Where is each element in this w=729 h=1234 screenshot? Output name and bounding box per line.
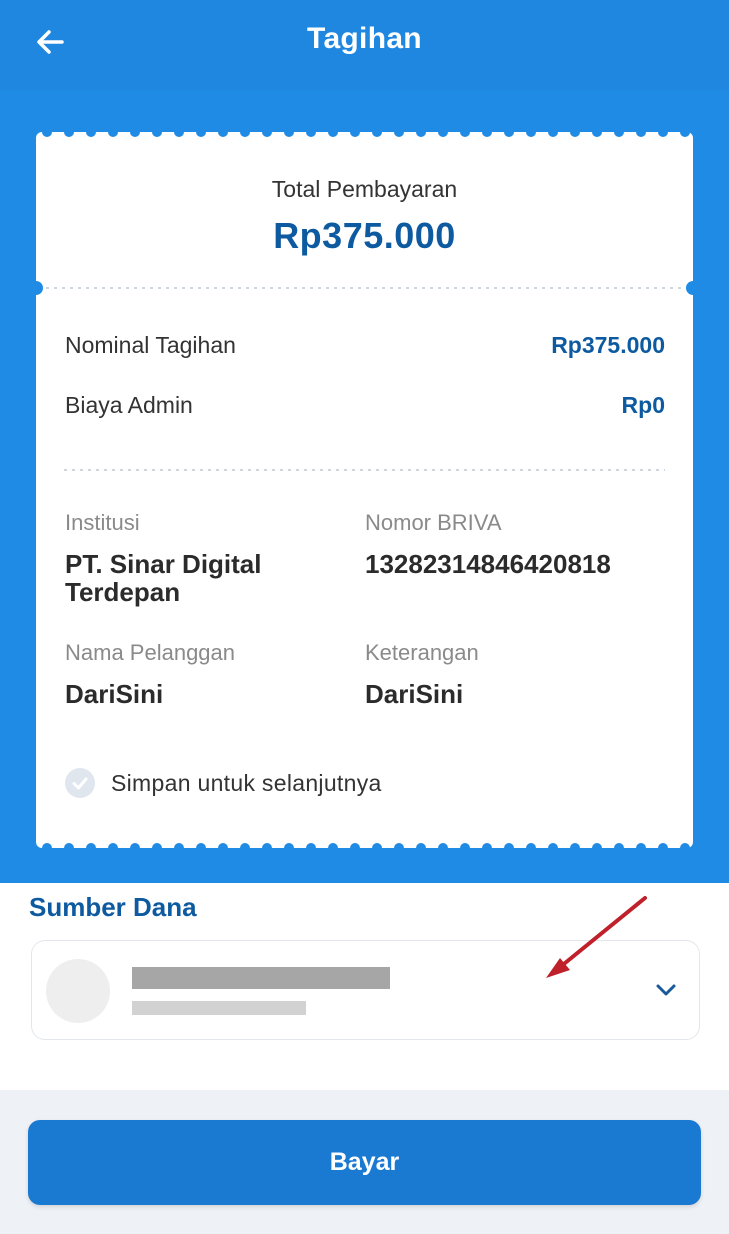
page-title: Tagihan [307,22,422,55]
description-value: DariSini [365,679,464,709]
briva-value: 13282314846420818 [365,549,611,579]
customer-name-field: Nama Pelanggan DariSini [65,640,355,708]
app-header: Tagihan [0,0,729,90]
save-for-next-label: Simpan untuk selanjutnya [111,769,382,796]
admin-fee-row: Biaya Admin Rp0 [65,392,665,419]
annotation-arrow-icon [546,896,647,978]
total-payment-amount: Rp375.000 [273,215,456,256]
chevron-down-icon[interactable] [653,977,679,1003]
institution-field: Institusi PT. Sinar Digital Terdepan [65,510,355,606]
check-circle-icon[interactable] [65,768,95,798]
institution-value: PT. Sinar Digital Terdepan [65,549,262,607]
description-field: Keterangan DariSini [365,640,655,708]
customer-name-value: DariSini [65,679,164,709]
account-name-placeholder [132,967,390,989]
briva-label: Nomor BRIVA [365,510,502,535]
admin-fee-value: Rp0 [621,392,665,418]
admin-fee-label: Biaya Admin [65,392,193,418]
nominal-row: Nominal Tagihan Rp375.000 [65,332,665,359]
pay-button[interactable]: Bayar [28,1120,701,1205]
institution-label: Institusi [65,510,140,535]
funding-source-title: Sumber Dana [29,892,197,922]
nominal-value: Rp375.000 [551,332,665,358]
nominal-label: Nominal Tagihan [65,332,236,358]
briva-field: Nomor BRIVA 13282314846420818 [365,510,655,578]
customer-name-label: Nama Pelanggan [65,640,236,665]
description-label: Keterangan [365,640,479,665]
total-payment-label: Total Pembayaran [271,176,458,202]
save-for-next-toggle[interactable]: Simpan untuk selanjutnya [65,768,382,798]
account-avatar [46,959,110,1023]
account-number-placeholder [132,1001,306,1015]
